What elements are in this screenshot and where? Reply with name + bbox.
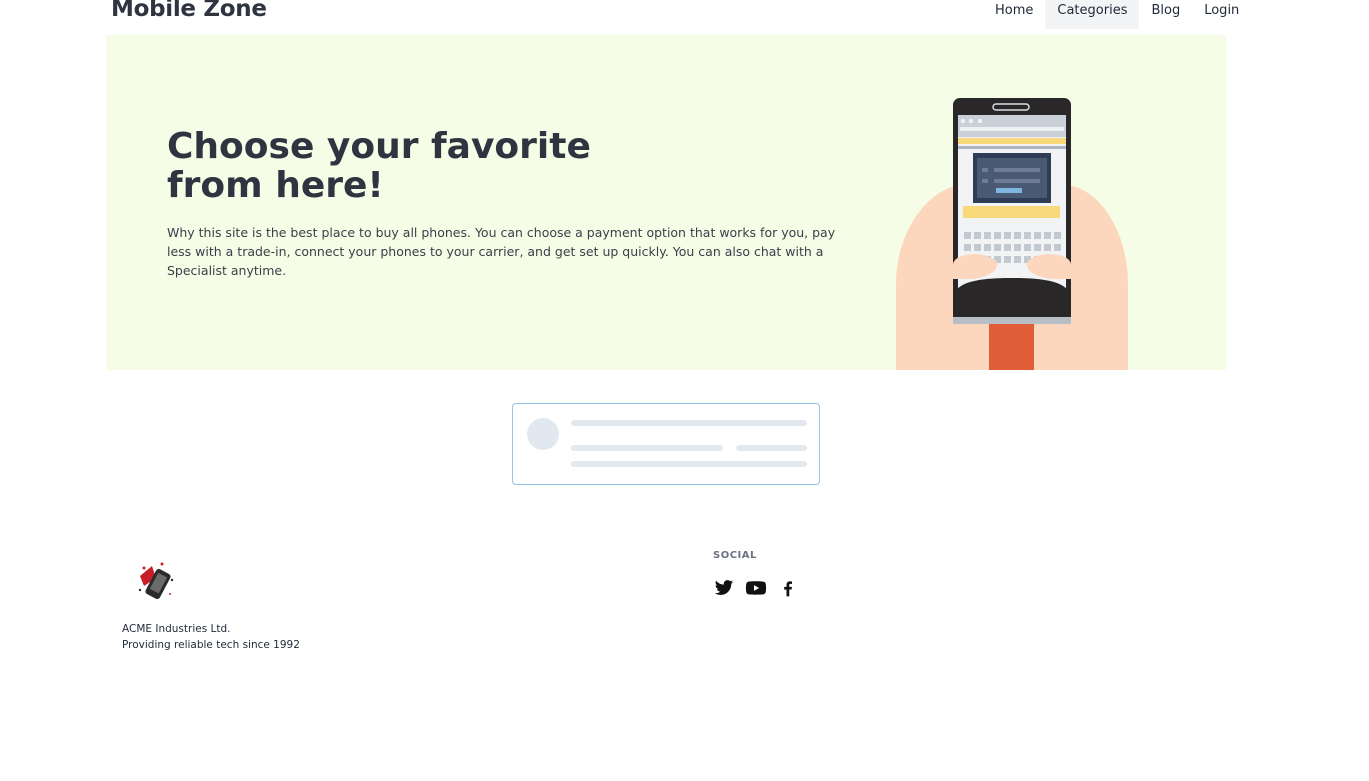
facebook-icon[interactable] (777, 577, 799, 599)
navbar: Mobile Zone Home Categories Blog Login (0, 0, 1369, 30)
youtube-icon[interactable] (745, 577, 767, 599)
main-nav: Home Categories Blog Login (983, 0, 1251, 29)
footer-company-info: ACME Industries Ltd. Providing reliable … (122, 621, 300, 653)
skeleton-line (571, 420, 807, 426)
twitter-icon[interactable] (713, 577, 735, 599)
loading-skeleton-card (512, 403, 820, 485)
brand-logo-text[interactable]: Mobile Zone (111, 0, 267, 22)
nav-categories[interactable]: Categories (1045, 0, 1140, 29)
phone-logo-icon[interactable] (132, 558, 182, 604)
company-name: ACME Industries Ltd. (122, 623, 231, 635)
social-links (713, 577, 799, 599)
hero-title-line1: Choose your favorite (167, 126, 591, 167)
hero-description: Why this site is the best place to buy a… (167, 225, 836, 278)
company-tagline: Providing reliable tech since 1992 (122, 639, 300, 651)
nav-blog[interactable]: Blog (1139, 0, 1192, 29)
nav-login[interactable]: Login (1192, 0, 1251, 29)
skeleton-avatar (527, 418, 559, 450)
skeleton-line (736, 445, 807, 451)
hero-title: Choose your favorite from here! (167, 127, 627, 205)
hero-title-line2: from here! (167, 165, 384, 206)
skeleton-line (571, 445, 723, 451)
skeleton-line (571, 461, 807, 467)
hands-holding-phone-illustration (896, 98, 1128, 370)
nav-home[interactable]: Home (983, 0, 1045, 29)
social-heading: SOCIAL (713, 550, 757, 561)
hero-section: Choose your favorite from here! Why this… (106, 35, 1226, 370)
